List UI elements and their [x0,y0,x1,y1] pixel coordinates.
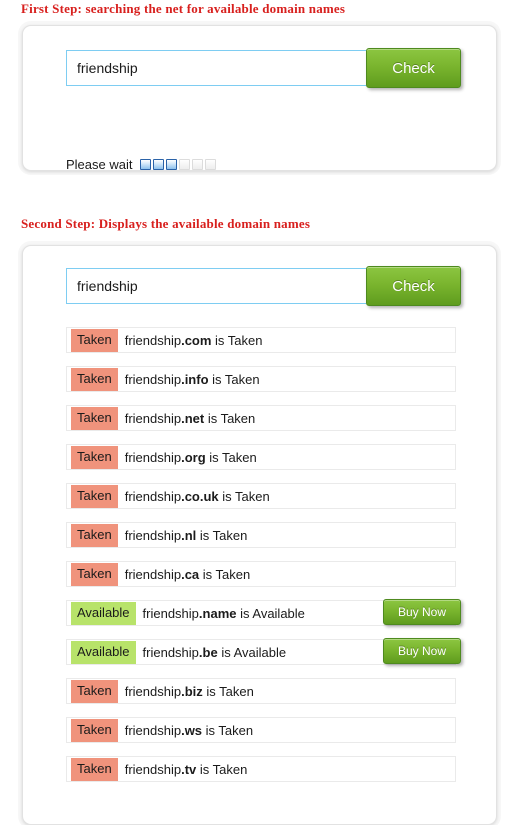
status-badge: Taken [71,445,118,469]
status-badge: Taken [71,367,118,391]
second-step-heading: Second Step: Displays the available doma… [21,216,311,231]
result-row: Taken friendship.org is Taken [66,444,456,470]
buy-now-button[interactable]: Buy Now [383,599,461,625]
loading-square-2 [153,159,165,170]
result-row: Taken friendship.net is Taken [66,405,456,431]
loading-square-6 [205,159,217,170]
please-wait-indicator: Please wait [66,157,217,172]
status-badge: Taken [71,562,118,586]
result-label: friendship.name is Available [142,605,305,621]
domain-search-input-first[interactable] [66,50,366,86]
status-badge: Available [71,640,136,664]
result-label: friendship.ca is Taken [124,566,251,582]
domain-search-input-second[interactable] [66,268,366,304]
result-label: friendship.ws is Taken [124,722,254,738]
result-label: friendship.be is Available [142,644,287,660]
result-label: friendship.co.uk is Taken [124,488,270,504]
result-label: friendship.nl is Taken [124,527,248,543]
loading-square-5 [192,159,204,170]
result-label: friendship.net is Taken [124,410,256,426]
check-button-second[interactable]: Check [366,266,461,306]
result-label: friendship.info is Taken [124,371,260,387]
status-badge: Taken [71,328,118,352]
result-row: Taken friendship.com is Taken [66,327,456,353]
status-badge: Taken [71,718,118,742]
second-step-panel: Check Takenfriendship.com is TakenTakenf… [22,245,497,825]
result-row: Taken friendship.biz is Taken [66,678,456,704]
first-step-heading: First Step: searching the net for availa… [21,1,346,16]
domain-results-list: Taken friendship.com is Taken Taken friends… [66,327,461,795]
second-step-search-row: Check [66,266,461,306]
status-badge: Taken [71,679,118,703]
buy-now-button[interactable]: Buy Now [383,638,461,664]
result-row: Taken friendship.ws is Taken [66,717,456,743]
loading-square-1 [140,159,152,170]
status-badge: Taken [71,757,118,781]
status-badge: Taken [71,406,118,430]
loading-squares-icon [140,159,217,170]
loading-square-4 [179,159,191,170]
result-label: friendship.org is Taken [124,449,257,465]
please-wait-label: Please wait [66,157,133,172]
result-row: Available friendship.name is Available Buy… [66,599,461,626]
result-label: friendship.com is Taken [124,332,263,348]
check-button-first[interactable]: Check [366,48,461,88]
status-badge: Taken [71,523,118,547]
loading-square-3 [166,159,178,170]
result-row: Taken friendship.info is Taken [66,366,456,392]
result-row: Taken friendship.nl is Taken [66,522,456,548]
result-label: friendship.tv is Taken [124,761,248,777]
first-step-panel: Check Please wait [22,25,497,172]
result-row: Taken friendship.tv is Taken [66,756,456,782]
status-badge: Taken [71,484,118,508]
result-row: Available friendship.be is Available Buy N… [66,638,461,665]
result-row: Taken friendship.ca is Taken [66,561,456,587]
result-row: Taken friendship.co.uk is Taken [66,483,456,509]
status-badge: Available [71,601,136,625]
result-label: friendship.biz is Taken [124,683,254,699]
first-step-search-row: Check [66,48,461,88]
